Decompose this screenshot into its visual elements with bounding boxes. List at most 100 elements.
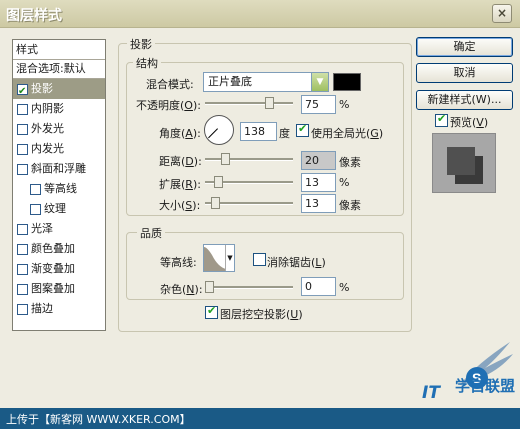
blend-mode-value: 正片叠底 [208, 75, 252, 88]
sidebar-item-checkbox[interactable] [30, 184, 41, 195]
antialias-label: 消除锯齿(L) [267, 256, 326, 269]
distance-input[interactable]: 20 [301, 151, 336, 170]
quality-title: 品质 [137, 225, 165, 241]
sidebar-item-checkbox[interactable] [17, 284, 28, 295]
sidebar-item-label: 光泽 [31, 222, 53, 235]
sidebar-item-label: 颜色叠加 [31, 242, 75, 255]
cancel-button[interactable]: 取消 [416, 63, 513, 83]
style-list: 样式 混合选项:默认 ✔ 投影内阴影外发光内发光斜面和浮雕等高线纹理光泽颜色叠加渐… [12, 39, 106, 331]
sidebar-item-checkbox[interactable]: ✔ [17, 84, 28, 97]
preview-checkbox[interactable]: ✔ [435, 112, 448, 127]
blend-mode-select[interactable]: 正片叠底 ▼ [203, 72, 329, 92]
style-preview [432, 133, 496, 193]
opacity-slider[interactable] [205, 96, 293, 110]
footer-text: 上传于【新客网 WWW.XKER.COM】 [6, 413, 191, 426]
spread-percent: % [339, 176, 350, 189]
sidebar-item[interactable]: 内阴影 [13, 99, 105, 119]
preview-square [447, 147, 475, 175]
chevron-down-icon[interactable]: ▼ [225, 245, 234, 271]
shadow-section-title: 投影 [127, 36, 155, 52]
footer-bar: 上传于【新客网 WWW.XKER.COM】 [0, 408, 520, 429]
sidebar-item-checkbox[interactable] [17, 164, 28, 175]
antialias-checkbox[interactable] [253, 253, 266, 266]
sidebar-item[interactable]: 图案叠加 [13, 279, 105, 299]
size-slider[interactable] [205, 196, 293, 210]
angle-input[interactable]: 138 [240, 122, 277, 141]
knockout-checkbox[interactable]: ✔ [205, 304, 218, 319]
global-light-checkbox[interactable]: ✔ [296, 122, 309, 137]
sidebar-item[interactable]: 斜面和浮雕 [13, 159, 105, 179]
preview-label: 预览(V) [450, 116, 489, 129]
distance-slider-thumb[interactable] [221, 153, 230, 165]
sidebar-item[interactable]: 外发光 [13, 119, 105, 139]
chevron-down-icon[interactable]: ▼ [311, 73, 328, 91]
styles-header[interactable]: 样式 [13, 40, 105, 60]
knockout-label: 图层挖空投影(U) [220, 308, 303, 321]
sidebar-item[interactable]: 等高线 [13, 179, 105, 199]
blending-options-item[interactable]: 混合选项:默认 [13, 60, 105, 79]
shadow-color-swatch[interactable] [333, 73, 361, 91]
blend-mode-label: 混合模式: [146, 78, 194, 91]
spread-label: 扩展(R): [159, 178, 201, 191]
sidebar-item-label: 投影 [31, 82, 53, 95]
sidebar-item[interactable]: 颜色叠加 [13, 239, 105, 259]
spread-slider-thumb[interactable] [214, 176, 223, 188]
sidebar-item[interactable]: 渐变叠加 [13, 259, 105, 279]
distance-unit: 像素 [339, 156, 361, 169]
sidebar-item-label: 斜面和浮雕 [31, 162, 86, 175]
sidebar-item-checkbox[interactable] [17, 264, 28, 275]
opacity-label: 不透明度(O): [136, 99, 201, 112]
sidebar-item-checkbox[interactable] [17, 104, 28, 115]
size-input[interactable]: 13 [301, 194, 336, 213]
noise-percent: % [339, 281, 350, 294]
distance-slider[interactable] [205, 152, 293, 166]
sidebar-item[interactable]: 光泽 [13, 219, 105, 239]
sidebar-item-label: 图案叠加 [31, 282, 75, 295]
spread-slider[interactable] [205, 175, 293, 189]
spread-input[interactable]: 13 [301, 173, 336, 192]
opacity-slider-thumb[interactable] [265, 97, 274, 109]
ok-button[interactable]: 确定 [416, 37, 513, 57]
angle-dial[interactable] [204, 115, 234, 145]
sidebar-item[interactable]: 纹理 [13, 199, 105, 219]
title-bar: 图层样式 × [0, 0, 520, 28]
watermark-logo: S IT 学自联盟 [417, 340, 520, 408]
contour-picker[interactable]: ▼ [203, 244, 235, 272]
sidebar-item-label: 描边 [31, 302, 53, 315]
sidebar-item[interactable]: 描边 [13, 299, 105, 319]
sidebar-item-label: 纹理 [44, 202, 66, 215]
contour-curve-icon [204, 247, 226, 271]
sidebar-item-label: 等高线 [44, 182, 77, 195]
sidebar-item[interactable]: ✔ 投影 [13, 79, 105, 99]
noise-slider-thumb[interactable] [205, 281, 214, 293]
distance-label: 距离(D): [159, 155, 202, 168]
opacity-input[interactable]: 75 [301, 95, 336, 114]
sidebar-item-label: 内阴影 [31, 102, 64, 115]
contour-label: 等高线: [160, 256, 197, 269]
watermark-brand: 学自联盟 [455, 377, 516, 395]
sidebar-item-label: 内发光 [31, 142, 64, 155]
sidebar-item-checkbox[interactable] [17, 304, 28, 315]
sidebar-item-label: 外发光 [31, 122, 64, 135]
angle-unit: 度 [279, 127, 290, 140]
angle-label: 角度(A): [159, 127, 201, 140]
noise-input[interactable]: 0 [301, 277, 336, 296]
window-title: 图层样式 [6, 8, 62, 24]
size-label: 大小(S): [159, 199, 201, 212]
watermark-it: IT [422, 383, 440, 403]
new-style-button[interactable]: 新建样式(W)... [416, 90, 513, 110]
noise-label: 杂色(N): [160, 283, 203, 296]
sidebar-item-checkbox[interactable] [17, 244, 28, 255]
sidebar-item-checkbox[interactable] [17, 124, 28, 135]
sidebar-item-checkbox[interactable] [17, 144, 28, 155]
sidebar-item-checkbox[interactable] [17, 224, 28, 235]
sidebar-item-label: 渐变叠加 [31, 262, 75, 275]
close-button[interactable]: × [492, 4, 512, 23]
sidebar-item-checkbox[interactable] [30, 204, 41, 215]
sidebar-item[interactable]: 内发光 [13, 139, 105, 159]
structure-title: 结构 [133, 55, 161, 71]
size-slider-thumb[interactable] [211, 197, 220, 209]
opacity-percent: % [339, 98, 350, 111]
noise-slider[interactable] [205, 280, 293, 294]
global-light-label: 使用全局光(G) [311, 127, 384, 140]
